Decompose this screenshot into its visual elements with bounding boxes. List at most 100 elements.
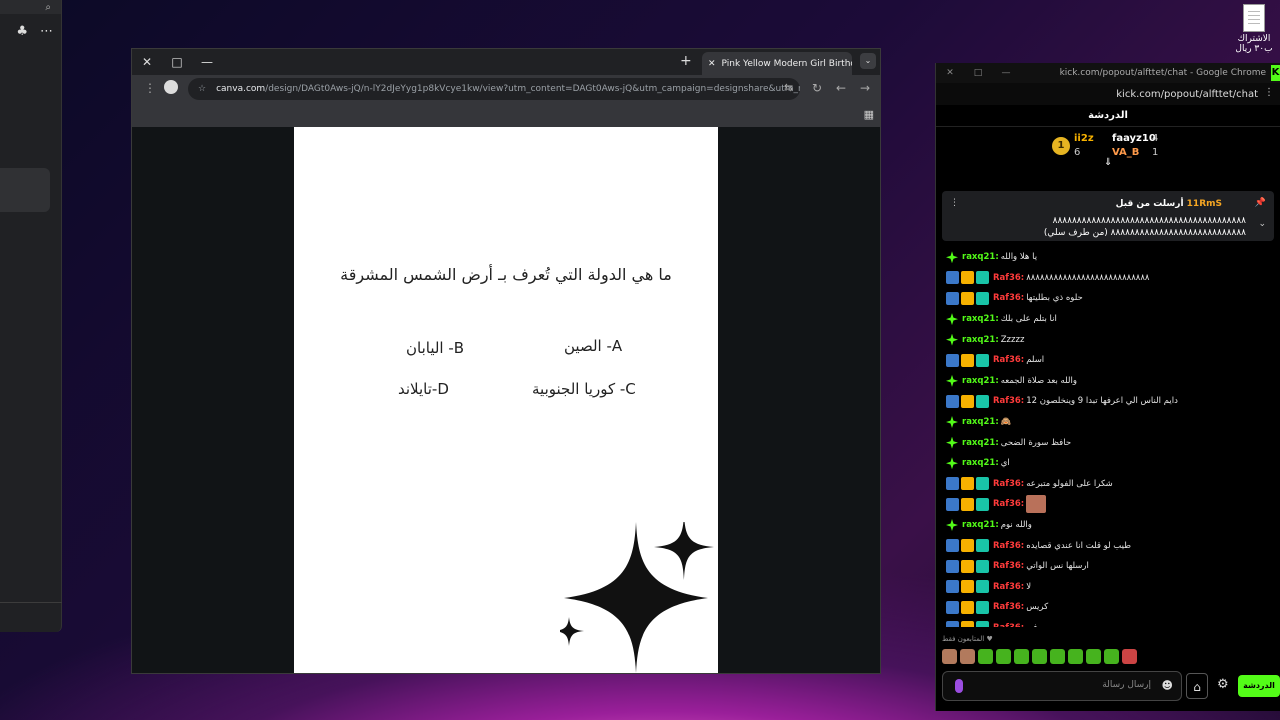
chat-username[interactable]: Raf36:: [993, 396, 1024, 406]
chat-username[interactable]: raxq21:: [962, 458, 999, 468]
profile-avatar[interactable]: [164, 80, 178, 94]
send-button[interactable]: الدردشة: [1238, 675, 1280, 697]
emote[interactable]: [1104, 649, 1119, 664]
pin-icon[interactable]: 📌: [1255, 198, 1266, 208]
chat-username[interactable]: Raf36:: [993, 355, 1024, 365]
chat-username[interactable]: Raf36:: [993, 541, 1024, 551]
pin-options-icon[interactable]: ⋮: [950, 198, 959, 208]
extensions-bar: ▦: [132, 103, 880, 127]
chat-username[interactable]: Raf36:: [993, 602, 1024, 612]
share-icon[interactable]: ♣: [16, 24, 28, 39]
first-place-medal-icon: 1: [1052, 137, 1070, 155]
site-settings-icon[interactable]: ⇆: [784, 81, 793, 94]
verified-badge-icon: [946, 600, 959, 614]
reload-icon[interactable]: ↻: [812, 81, 822, 95]
pinned-prefix: أرسلت من قبل: [1115, 199, 1184, 209]
microphone-icon[interactable]: [955, 679, 963, 693]
minimize-button[interactable]: —: [192, 55, 222, 69]
pinned-message[interactable]: ⋮ 📌 11RmS أرسلت من قبل ٨٨٨٨٨٨٨٨٨٨٨٨٨٨٨٨٨…: [942, 191, 1274, 241]
chat-username[interactable]: Raf36:: [993, 293, 1024, 303]
leader-third-name[interactable]: VA_B: [1112, 147, 1139, 158]
chat-message-text: Zzzzz: [1000, 334, 1025, 345]
search-icon[interactable]: ⌕: [45, 2, 51, 13]
menu-icon[interactable]: ⋮: [144, 81, 156, 95]
chat-message: Raf36: لا: [936, 577, 1280, 598]
chat-message-text: يا هلا والله: [1000, 252, 1038, 263]
address-bar[interactable]: ☆ canva.com/design/DAGt0Aws-jQ/n-lY2dJeY…: [188, 78, 800, 100]
emote[interactable]: [1014, 649, 1029, 664]
chat-username[interactable]: raxq21:: [962, 376, 999, 386]
address-bar-row: ⋮ ☆ canva.com/design/DAGt0Aws-jQ/n-lY2dJ…: [132, 75, 880, 103]
crown-badge-icon: [961, 497, 974, 511]
chat-message-text: انا بتلم على بلك: [1000, 314, 1057, 325]
new-tab-button[interactable]: +: [680, 53, 692, 69]
chevron-down-icon[interactable]: ⌄: [1258, 219, 1266, 229]
chat-username[interactable]: Raf36:: [993, 273, 1024, 283]
verified-badge-icon: [946, 539, 959, 553]
forward-arrow-icon[interactable]: →: [860, 81, 870, 95]
chat-username[interactable]: raxq21:: [962, 252, 999, 262]
tab-search-button[interactable]: ⌄: [860, 53, 876, 69]
minimize-chat-window-button[interactable]: —: [992, 68, 1020, 78]
crown-badge-icon: [961, 353, 974, 367]
canva-viewer: ما هي الدولة التي تُعرف بـ أرض الشمس الم…: [132, 127, 880, 673]
followers-only-label: المتابعون فقط ♥: [942, 635, 993, 643]
desktop-file-icon[interactable]: الاشتراك ب٣٠ ريال: [1228, 4, 1280, 54]
verified-badge-icon: [946, 559, 959, 573]
emote[interactable]: [978, 649, 993, 664]
emote[interactable]: [1086, 649, 1101, 664]
emote[interactable]: [942, 649, 957, 664]
emote[interactable]: [1068, 649, 1083, 664]
chat-username[interactable]: Raf36:: [993, 499, 1024, 509]
chat-message-text: لا: [1026, 581, 1032, 592]
grid-icon[interactable]: ▦: [864, 108, 874, 121]
chat-message-text: ٨٨٨٨٨٨٨٨٨٨٨٨٨٨٨٨٨٨٨٨٨٨٨٨٨٨٨: [1026, 272, 1150, 283]
leader-second-name[interactable]: faayz10: [1112, 133, 1156, 144]
chat-message: raxq21: Zzzzz: [936, 329, 1280, 350]
emote[interactable]: [960, 649, 975, 664]
store-icon[interactable]: ⌂: [1186, 673, 1208, 699]
close-window-button[interactable]: ✕: [132, 55, 162, 69]
chat-input[interactable]: إرسال رسالة ☻: [942, 671, 1182, 701]
back-arrow-icon[interactable]: ←: [836, 81, 846, 95]
subscriber-badge-icon: [976, 271, 989, 285]
subscriber-badge-icon: [976, 394, 989, 408]
desktop-file-label: الاشتراك ب٣٠ ريال: [1235, 34, 1273, 54]
emote[interactable]: [1122, 649, 1137, 664]
pinned-line-2: ٨٨٨٨٨٨٨٨٨٨٨٨٨٨٨٨٨٨٨٨٨٨٨٨٨٨٨٨ (من طرف سلي…: [1043, 228, 1246, 238]
subscriber-badge-icon: [976, 539, 989, 553]
chat-username[interactable]: raxq21:: [962, 520, 999, 530]
chat-message-text: ارسلها نس الواتي: [1026, 561, 1089, 572]
emote[interactable]: [996, 649, 1011, 664]
chat-username[interactable]: Raf36:: [993, 582, 1024, 592]
url-host: canva.com: [216, 84, 266, 94]
chat-username[interactable]: raxq21:: [962, 417, 999, 427]
maximize-button[interactable]: □: [162, 55, 192, 69]
chat-username[interactable]: Raf36:: [993, 479, 1024, 489]
more-icon[interactable]: ⋯: [40, 24, 53, 39]
leader-first-name[interactable]: ii2z: [1074, 133, 1094, 144]
chat-popout-window: ✕ □ — kick.com/popout/alfttet/chat - Goo…: [935, 63, 1280, 711]
bookmark-star-icon[interactable]: ☆: [198, 84, 206, 94]
emote[interactable]: [1050, 649, 1065, 664]
emote[interactable]: [1032, 649, 1047, 664]
chat-message-text: حافظ سورة الضحى: [1000, 437, 1072, 448]
chat-username[interactable]: raxq21:: [962, 438, 999, 448]
verified-badge-icon: [946, 580, 959, 594]
chat-username[interactable]: raxq21:: [962, 314, 999, 324]
maximize-chat-window-button[interactable]: □: [964, 68, 992, 78]
chat-username[interactable]: raxq21:: [962, 335, 999, 345]
pinned-header: 11RmS أرسلت من قبل: [1116, 199, 1222, 209]
selected-list-item[interactable]: [0, 168, 50, 212]
browser-tab[interactable]: ✕ Pink Yellow Modern Girl Birthday: [702, 52, 852, 75]
gear-icon[interactable]: ⚙: [1217, 677, 1229, 692]
expand-icon[interactable]: ⇓: [1104, 157, 1112, 168]
chat-username[interactable]: Raf36:: [993, 561, 1024, 571]
emoji-icon[interactable]: ☻: [1162, 679, 1173, 692]
tab-close-icon[interactable]: ✕: [708, 59, 716, 69]
chat-menu-icon[interactable]: ⋮: [1264, 87, 1274, 98]
chat-username[interactable]: Raf36:: [993, 623, 1024, 627]
option-c: كوريا الجنوبية -C: [532, 380, 636, 398]
close-chat-window-button[interactable]: ✕: [936, 68, 964, 78]
chat-message-text: 🙈: [1000, 417, 1012, 428]
